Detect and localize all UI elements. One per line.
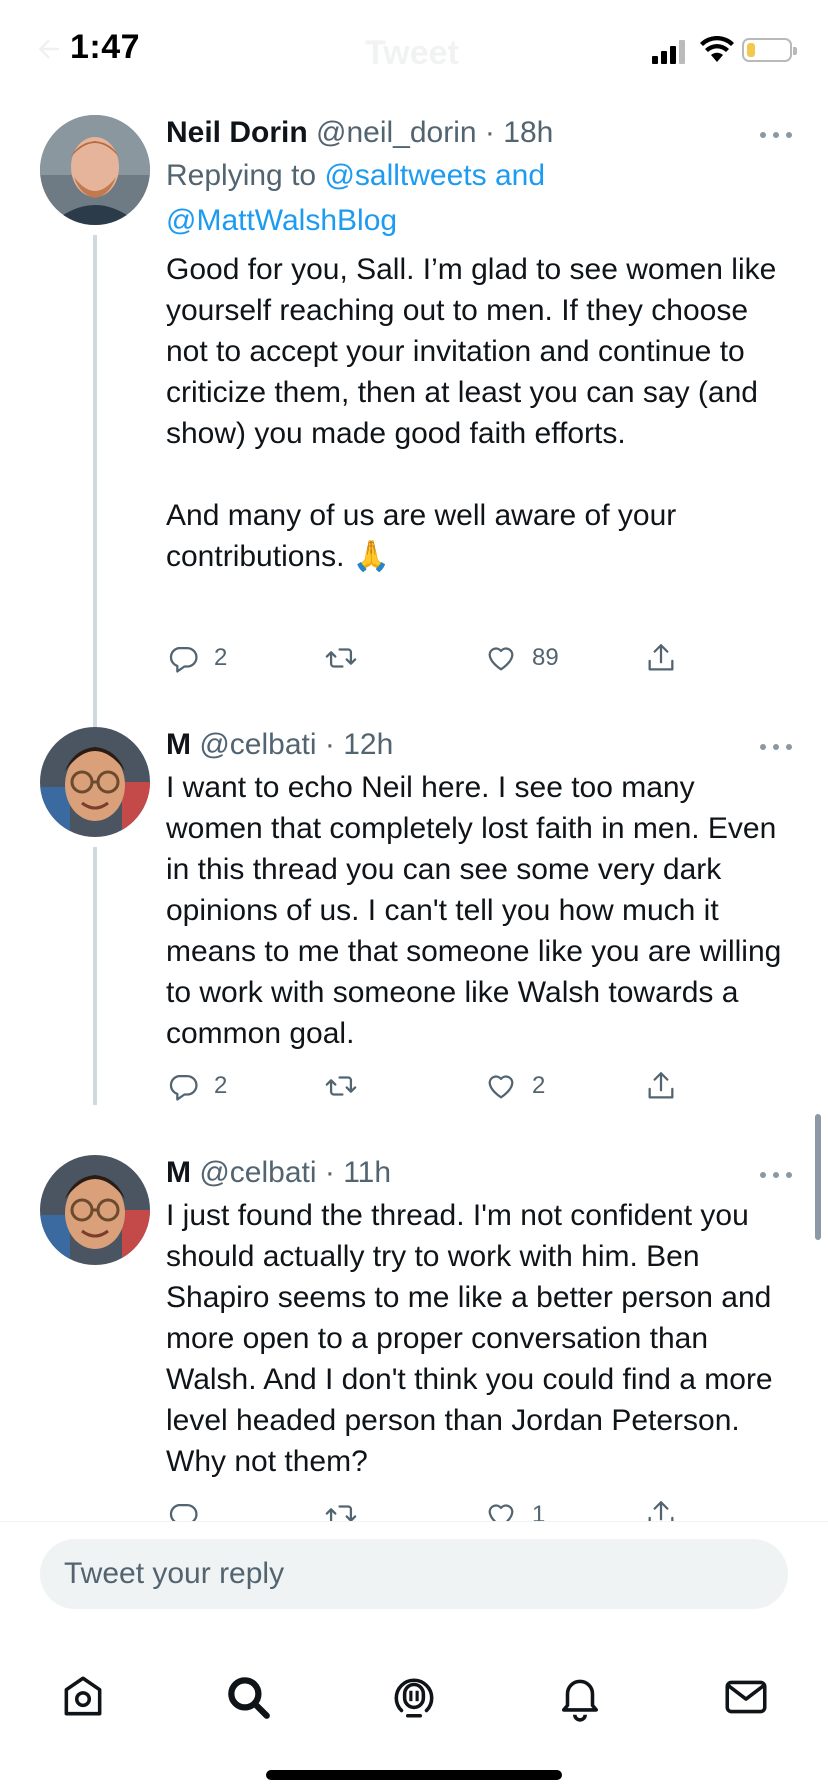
battery-icon [742,38,797,62]
tweet-text: Good for you, Sall. I’m glad to see wome… [166,253,777,573]
search-icon [228,1677,270,1719]
status-time: 1:47 [70,28,141,66]
wifi-icon [700,36,734,62]
share-button[interactable] [644,1066,678,1106]
reply-icon [169,646,198,673]
avatar[interactable] [40,727,150,837]
author-name[interactable]: M [166,1156,191,1189]
back-arrow-icon[interactable] [34,34,64,64]
cellular-signal-icon [652,40,688,64]
tweet-actions: 2 89 [166,638,706,678]
author-handle[interactable]: @celbati [199,1156,316,1189]
thread-line [93,847,97,1105]
tweet-time: 11h [343,1156,392,1189]
tweet-time: 18h [503,116,554,149]
bottom-area [0,1521,828,1792]
share-icon [648,644,674,671]
tweet-header: Neil Dorin @neil_dorin · 18h [166,115,798,151]
more-options-icon[interactable] [760,1165,794,1185]
retweet-icon [325,648,357,668]
author-handle[interactable]: @celbati [199,728,316,761]
tweet-actions: 2 2 [166,1066,706,1106]
tweet-time: 12h [343,728,394,761]
replying-to: Replying to @salltweets and @MattWalshBl… [166,153,798,243]
reply-composer[interactable] [40,1539,788,1609]
messages-icon [725,1680,767,1714]
author-name[interactable]: Neil Dorin [166,116,308,149]
mention-link[interactable]: @MattWalshBlog [166,204,397,237]
nav-home[interactable] [58,1672,108,1722]
tweet-text: I just found the thread. I'm not confide… [166,1199,781,1478]
nav-messages[interactable] [721,1672,771,1722]
nav-search[interactable] [223,1672,273,1722]
replying-to-label: Replying to [166,159,325,192]
heart-icon [488,1075,514,1099]
like-button[interactable]: 89 [484,638,559,678]
like-count: 2 [532,1072,546,1099]
notifications-icon [561,1679,599,1722]
separator-dot: · [484,116,495,149]
separator-dot: · [324,1156,335,1189]
tweet-text: I want to echo Neil here. I see too many… [166,771,790,1050]
reply-count: 2 [214,1072,228,1099]
nav-notifications[interactable] [555,1672,605,1722]
tweet-header: M @celbati · 11h [166,1155,798,1191]
author-name[interactable]: M [166,728,191,761]
like-button[interactable]: 2 [484,1066,545,1106]
spaces-icon [394,1678,434,1718]
author-handle[interactable]: @neil_dorin [316,116,477,149]
reply-count: 2 [214,644,228,671]
scrollbar-thumb[interactable] [815,1114,821,1240]
bottom-nav [0,1652,828,1742]
separator-dot: · [324,728,335,761]
status-bar: Tweet 1:47 [0,0,828,100]
home-icon [64,1676,102,1716]
reply-input[interactable] [64,1539,764,1609]
nav-spaces[interactable] [389,1672,439,1722]
home-indicator[interactable] [266,1770,562,1780]
avatar[interactable] [40,1155,150,1265]
reply-icon [169,1074,198,1101]
more-options-icon[interactable] [760,125,794,145]
share-icon [648,1072,674,1099]
header-title: Tweet [365,34,459,72]
mention-link[interactable]: @salltweets and [324,159,545,192]
share-button[interactable] [644,638,678,678]
tweet-header: M @celbati · 12h [166,727,798,763]
heart-icon [488,647,514,671]
reply-button[interactable]: 2 [166,1066,227,1106]
more-options-icon[interactable] [760,737,794,757]
reply-button[interactable]: 2 [166,638,227,678]
retweet-button[interactable] [324,1066,372,1106]
like-count: 89 [532,644,559,671]
retweet-button[interactable] [324,638,372,678]
retweet-icon [325,1076,357,1096]
avatar[interactable] [40,115,150,225]
